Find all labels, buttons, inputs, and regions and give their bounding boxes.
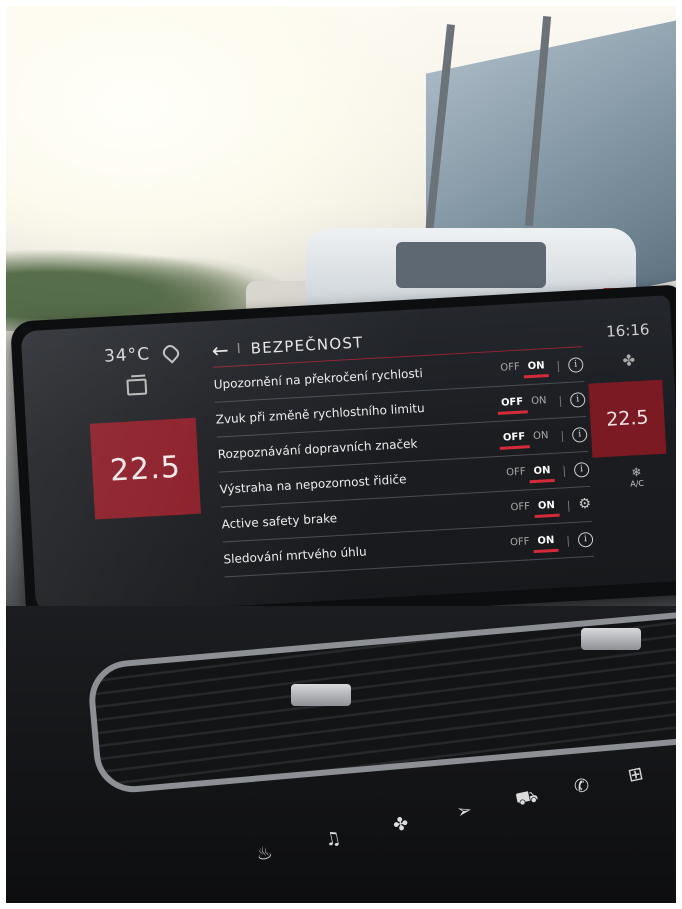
passenger-temperature-button[interactable]: 22.5 [588,379,667,458]
outside-temperature: 34°C [103,342,183,367]
right-climate-column: 16:16 ✤ 22.5 ❄ A/C [570,295,676,586]
setting-label: Zvuk při změně rychlostního limitu [215,401,425,427]
toggle-off-option[interactable]: OFF [499,431,530,446]
toggle-divider: | [560,428,565,442]
settings-list: Upozornění na překročení rychlosti OFF O… [212,346,595,578]
on-off-toggle[interactable]: OFF ON | ⚙ [506,496,591,516]
on-off-toggle[interactable]: OFF ON | i [497,391,586,412]
toggle-on-option[interactable]: ON [533,534,559,548]
driver-temp-value: 22.5 [109,449,182,489]
toggle-on-option[interactable]: ON [527,394,551,408]
toggle-off-option[interactable]: OFF [496,361,524,376]
car-icon[interactable]: ⛟ [514,785,541,813]
toggle-off-option[interactable]: OFF [506,501,534,516]
left-climate-column: 34°C 22.5 [21,322,212,617]
dashboard: ♨ ♫ ✤ ➢ ⛟ ✆ ⊞ [6,606,676,903]
ac-button[interactable]: ❄ A/C [629,465,644,489]
setting-label: Active safety brake [221,511,338,532]
safety-settings-panel: ← I BEZPEČNOST Upozornění na překročení … [203,318,602,604]
vent-adjust-tab[interactable] [581,628,641,650]
toggle-divider: | [562,463,567,477]
back-arrow-icon[interactable]: ← [211,338,229,363]
page-title: BEZPEČNOST [250,333,364,358]
on-off-toggle[interactable]: OFF ON | i [496,356,584,377]
toggle-on-option[interactable]: ON [534,499,560,513]
driver-temperature-button[interactable]: 22.5 [89,417,201,520]
toggle-off-option[interactable]: OFF [506,536,534,551]
toggle-divider: | [566,498,571,512]
van-window [396,242,546,288]
music-note-icon[interactable]: ♫ [323,827,343,851]
toggle-on-option[interactable]: ON [523,360,549,374]
toggle-off-option[interactable]: OFF [497,396,528,411]
outside-temp-value: 34°C [103,344,151,367]
on-off-toggle[interactable]: OFF ON | i [499,426,588,446]
infotainment-screen: 34°C 22.5 ← I BEZPEČNOST Upozornění na p… [20,295,676,617]
header-separator: I [236,341,242,358]
setting-label: Výstraha na nepozornost řidiče [219,472,407,497]
seat-heat-icon[interactable]: ♨ [254,842,274,866]
toggle-divider: | [565,533,571,547]
phone-icon[interactable]: ✆ [572,774,591,798]
passenger-temp-value: 22.5 [605,406,650,431]
toggle-divider: | [556,358,561,373]
panel-header: ← I BEZPEČNOST [211,330,364,362]
apps-grid-icon[interactable]: ⊞ [626,763,645,787]
fan-control-icon[interactable]: ✤ [391,813,410,837]
on-off-toggle[interactable]: OFF ON | i [506,531,594,551]
location-pin-icon [160,342,183,364]
recent-cards-icon[interactable] [126,378,148,396]
toggle-off-option[interactable]: OFF [502,466,530,481]
photo-scene: 34°C 22.5 ← I BEZPEČNOST Upozornění na p… [6,6,676,903]
infotainment-bezel: 34°C 22.5 ← I BEZPEČNOST Upozornění na p… [10,284,676,632]
setting-label: Upozornění na překročení rychlosti [213,366,424,392]
toggle-divider: | [558,393,563,407]
ac-label: A/C [630,478,645,489]
setting-label: Sledování mrtvého úhlu [223,544,367,567]
fan-icon[interactable]: ✤ [622,351,636,370]
on-off-toggle[interactable]: OFF ON | i [502,461,590,481]
setting-label: Rozpoznávání dopravních značek [217,436,418,462]
clock: 16:16 [605,320,650,341]
toggle-on-option[interactable]: ON [529,429,553,443]
toggle-on-option[interactable]: ON [529,464,555,478]
snowflake-icon: ❄ [631,464,642,480]
vent-adjust-tab[interactable] [291,684,351,706]
navigation-icon[interactable]: ➢ [455,799,474,823]
